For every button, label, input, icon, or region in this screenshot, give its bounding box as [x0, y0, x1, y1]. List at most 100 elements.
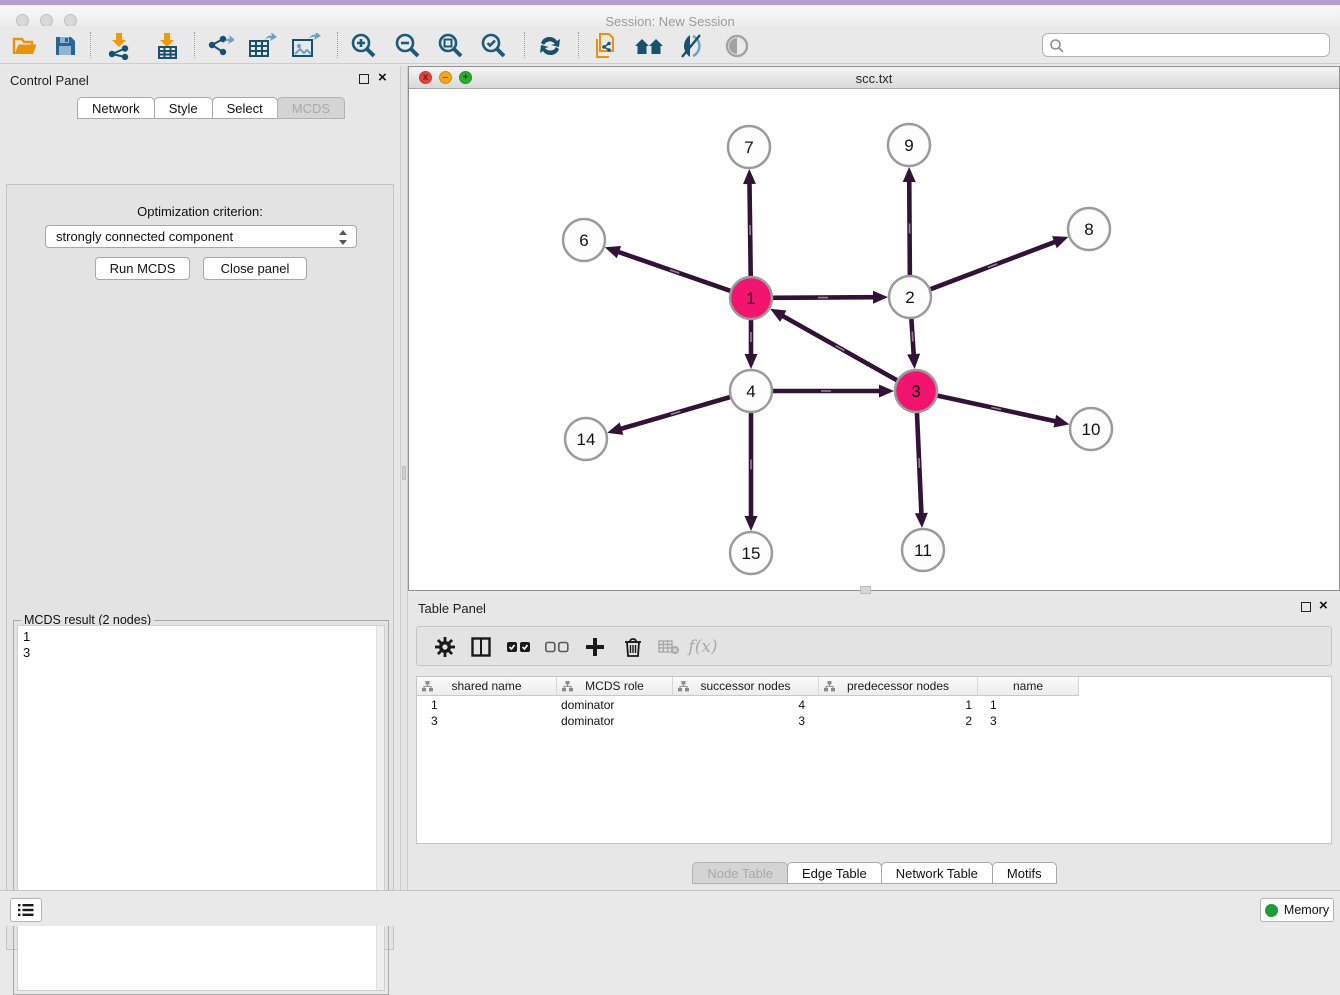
- home-icon[interactable]: [632, 31, 666, 61]
- zoom-out-icon[interactable]: [390, 31, 424, 61]
- table-cell[interactable]: dominator: [557, 697, 673, 713]
- delete-column-trash-icon[interactable]: [619, 634, 647, 660]
- control-panel-close-icon[interactable]: ×: [378, 69, 387, 87]
- edge-label-mark: [912, 332, 913, 342]
- show-panels-list-icon[interactable]: [10, 898, 42, 922]
- toolbar-separator: [337, 32, 338, 58]
- column-header-predecessor-nodes[interactable]: predecessor nodes: [819, 677, 978, 696]
- create-column-icon[interactable]: [581, 634, 609, 660]
- app-titlebar: Session: New Session: [0, 5, 1340, 26]
- export-image-icon[interactable]: [289, 31, 323, 61]
- preview-eye-icon[interactable]: [720, 31, 754, 61]
- table-cell[interactable]: 3: [978, 713, 1079, 729]
- edge-arrowhead: [873, 291, 888, 304]
- zoom-fit-icon[interactable]: [433, 31, 467, 61]
- network-graph-canvas[interactable]: 7968124314101511: [409, 89, 1339, 590]
- memory-button-label: Memory: [1284, 903, 1329, 917]
- import-network-icon[interactable]: [102, 31, 136, 61]
- tab-style[interactable]: Style: [154, 97, 213, 119]
- export-table-icon[interactable]: [246, 31, 280, 61]
- control-panel: Control Panel × NetworkStyleSelectMCDS O…: [0, 66, 400, 890]
- table-cell[interactable]: 1: [417, 697, 557, 713]
- table-panel-close-icon[interactable]: ×: [1319, 597, 1328, 615]
- graph-node-label: 6: [579, 231, 588, 250]
- network-window-titlebar[interactable]: x – + scc.txt: [409, 67, 1339, 89]
- mcds-panel: Optimization criterion: strongly connect…: [6, 184, 394, 950]
- graph-node-label: 15: [742, 544, 761, 563]
- column-view-icon[interactable]: [467, 634, 495, 660]
- close-panel-button[interactable]: Close panel: [203, 257, 307, 280]
- table-cell[interactable]: 4: [673, 697, 819, 713]
- table-cell[interactable]: dominator: [557, 713, 673, 729]
- table-cell[interactable]: 2: [819, 713, 978, 729]
- control-panel-tabs: NetworkStyleSelectMCDS: [77, 97, 344, 119]
- column-hierarchy-icon: [422, 681, 433, 695]
- table-cell[interactable]: 1: [978, 697, 1079, 713]
- edge-arrowhead: [915, 513, 928, 528]
- tab-select[interactable]: Select: [212, 97, 278, 119]
- column-header-successor-nodes[interactable]: successor nodes: [673, 677, 819, 696]
- apply-layout-icon[interactable]: [533, 31, 567, 61]
- node-table: shared name MCDS role successor nodes prede…: [416, 676, 1332, 844]
- tab-edge-table[interactable]: Edge Table: [787, 862, 882, 884]
- import-table-icon[interactable]: [150, 31, 184, 61]
- copy-network-icon[interactable]: [588, 31, 622, 61]
- tab-node-table[interactable]: Node Table: [692, 862, 788, 884]
- column-header-MCDS-role[interactable]: MCDS role: [557, 677, 673, 696]
- function-builder-icon[interactable]: f(x): [689, 634, 717, 660]
- tab-mcds[interactable]: MCDS: [277, 97, 345, 119]
- column-header-shared-name[interactable]: shared name: [417, 677, 557, 696]
- hide-style-icon[interactable]: [675, 31, 709, 61]
- search-icon: [1049, 38, 1065, 54]
- table-row[interactable]: 1dominator411: [417, 697, 1079, 713]
- graph-node-label: 14: [577, 430, 596, 449]
- table-cell[interactable]: 3: [673, 713, 819, 729]
- hide-all-columns-icon[interactable]: [543, 634, 571, 660]
- search-field[interactable]: [1042, 33, 1330, 57]
- save-session-icon[interactable]: [48, 31, 82, 61]
- graph-node-label: 4: [746, 382, 755, 401]
- delete-table-icon[interactable]: [655, 634, 683, 660]
- mcds-result-line: 3: [23, 645, 384, 661]
- column-header-name[interactable]: name: [978, 677, 1079, 696]
- vertical-splitter[interactable]: [400, 66, 408, 890]
- toolbar-separator: [90, 32, 91, 58]
- toolbar-separator: [578, 32, 579, 58]
- graph-node-label: 2: [905, 288, 914, 307]
- table-panel-float-icon[interactable]: [1301, 602, 1311, 612]
- table-row[interactable]: 3dominator323: [417, 713, 1079, 729]
- tab-network[interactable]: Network: [77, 97, 155, 119]
- settings-gear-icon[interactable]: [431, 634, 459, 660]
- graph-node-label: 10: [1082, 420, 1101, 439]
- open-session-icon[interactable]: [8, 31, 42, 61]
- horizontal-splitter-grip[interactable]: [860, 586, 871, 594]
- mcds-result-list[interactable]: 13: [17, 625, 385, 991]
- splitter-grip[interactable]: [402, 466, 406, 480]
- column-header-label: successor nodes: [700, 679, 790, 693]
- column-header-label: shared name: [451, 679, 521, 693]
- network-window-title: scc.txt: [409, 71, 1339, 86]
- select-spinner-icon: [338, 230, 348, 245]
- graph-node-label: 8: [1084, 220, 1093, 239]
- result-scrollbar[interactable]: [376, 626, 384, 990]
- status-bar: Memory: [0, 890, 1340, 926]
- show-all-columns-icon[interactable]: [505, 634, 533, 660]
- tab-network-table[interactable]: Network Table: [881, 862, 993, 884]
- search-input[interactable]: [1069, 35, 1324, 55]
- tab-motifs[interactable]: Motifs: [992, 862, 1057, 884]
- edge-arrowhead: [1053, 415, 1069, 428]
- table-cell[interactable]: 3: [417, 713, 557, 729]
- zoom-selected-icon[interactable]: [476, 31, 510, 61]
- table-cell[interactable]: 1: [819, 697, 978, 713]
- memory-button[interactable]: Memory: [1260, 898, 1334, 922]
- zoom-in-icon[interactable]: [346, 31, 380, 61]
- optimization-criterion-label: Optimization criterion:: [7, 204, 393, 219]
- table-panel-title: Table Panel: [418, 601, 486, 616]
- mcds-result-group: MCDS result (2 nodes) 13: [13, 613, 389, 995]
- column-header-label: name: [1013, 679, 1043, 693]
- table-toolbar: f(x): [416, 626, 1332, 666]
- export-network-icon[interactable]: [203, 31, 237, 61]
- criterion-select[interactable]: strongly connected component: [45, 225, 357, 248]
- run-mcds-button[interactable]: Run MCDS: [95, 257, 190, 280]
- control-panel-float-icon[interactable]: [359, 74, 369, 84]
